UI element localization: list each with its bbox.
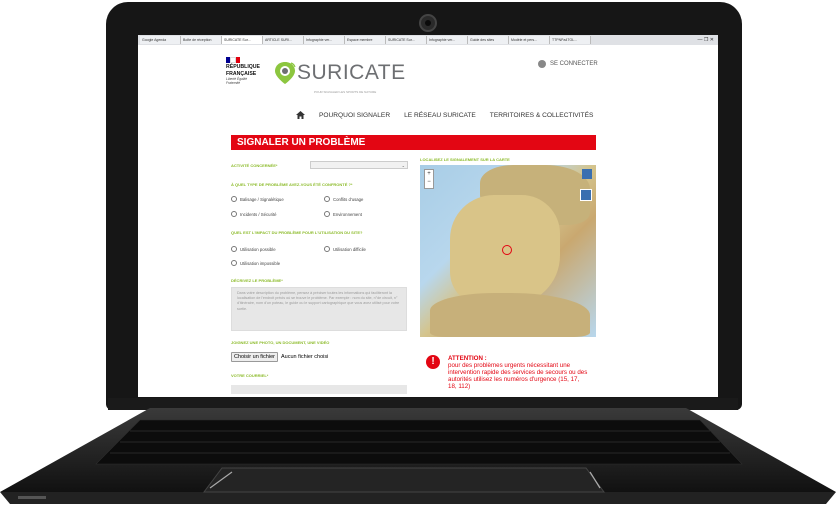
nav-item-territoires[interactable]: TERRITOIRES & COLLECTIVITÉS: [490, 112, 594, 119]
file-input[interactable]: Choisir un fichier Aucun fichier choisi: [231, 352, 328, 362]
choose-file-button[interactable]: Choisir un fichier: [231, 352, 278, 362]
radio-circle-icon: [231, 196, 237, 202]
browser-tab[interactable]: Infographie ver...: [304, 36, 345, 44]
alert-icon: !: [426, 355, 440, 369]
zoom-control[interactable]: + −: [424, 169, 434, 189]
zoom-in-button[interactable]: +: [425, 170, 433, 178]
login-label: SE CONNECTER: [550, 61, 598, 67]
suricate-pin-icon: [275, 62, 296, 84]
radio-label: Environnement: [333, 211, 362, 217]
no-file-text: Aucun fichier choisi: [280, 354, 329, 360]
home-icon[interactable]: [296, 111, 305, 119]
republique-francaise-logo: RÉPUBLIQUE FRANÇAISE Liberté Égalité Fra…: [226, 57, 261, 85]
radio-difficile[interactable]: Utilisation difficile: [324, 246, 366, 252]
problem-type-label: À QUEL TYPE DE PROBLÈME AVEZ-VOUS ÉTÉ CO…: [231, 182, 353, 187]
zoom-out-button[interactable]: −: [425, 178, 433, 186]
browser-tab[interactable]: Boîte de réception: [181, 36, 222, 44]
map-label: LOCALISEZ LE SIGNALEMENT SUR LA CARTE: [420, 157, 510, 162]
browser-tab[interactable]: TTPNPa4TOL...: [550, 36, 591, 44]
brand-name: SURICATE: [297, 61, 406, 84]
radio-incidents[interactable]: Incidents / Sécurité: [231, 211, 277, 217]
location-marker-icon: [502, 245, 512, 255]
radio-possible[interactable]: Utilisation possible: [231, 246, 276, 252]
activity-select[interactable]: ⌄: [310, 161, 408, 169]
main-nav: POURQUOI SIGNALER LE RÉSEAU SURICATE TER…: [296, 111, 593, 119]
browser-tab[interactable]: ARTICLE SURI...: [263, 36, 304, 44]
describe-textarea[interactable]: Dans votre description du problème, pens…: [231, 287, 407, 331]
browser-tab[interactable]: SURICATE Sur...: [222, 36, 263, 44]
radio-impossible[interactable]: Utilisation impossible: [231, 260, 280, 266]
radio-circle-icon: [324, 211, 330, 217]
email-field[interactable]: [231, 385, 407, 394]
alert-body: pour des problèmes urgents nécessitant u…: [448, 362, 588, 390]
radio-circle-icon: [324, 196, 330, 202]
radio-label: Utilisation possible: [240, 246, 276, 252]
radio-circle-icon: [231, 211, 237, 217]
radio-balisage[interactable]: Balisage / Signalétique: [231, 196, 284, 202]
form-title: SIGNALER UN PROBLÈME: [231, 135, 596, 150]
radio-circle-icon: [324, 246, 330, 252]
alert-title: ATTENTION :: [448, 355, 487, 362]
french-flag-icon: [226, 57, 240, 63]
urgent-alert: ! ATTENTION : pour des problèmes urgents…: [426, 355, 588, 390]
location-map[interactable]: + −: [420, 165, 596, 337]
webcam-icon: [419, 14, 437, 32]
browser-tab[interactable]: Google Agenda: [140, 36, 181, 44]
browser-tab[interactable]: Infographie ver...: [427, 36, 468, 44]
radio-label: Balisage / Signalétique: [240, 196, 284, 202]
browser-tab[interactable]: Modèle et pers...: [509, 36, 550, 44]
browser-tab[interactable]: Guide des sites: [468, 36, 509, 44]
layers-icon[interactable]: [580, 189, 592, 201]
describe-label: DÉCRIVEZ LE PROBLÈME*: [231, 278, 283, 283]
laptop-screen: Google Agenda Boîte de réception SURICATE …: [138, 35, 718, 397]
activity-label: ACTIVITÉ CONCERNÉE*: [231, 163, 278, 168]
radio-conflits[interactable]: Conflits d'usage: [324, 196, 363, 202]
republique-motto: Liberté Égalité Fraternité: [226, 77, 248, 85]
alert-text: ATTENTION : pour des problèmes urgents n…: [448, 355, 588, 390]
map-terrain: [430, 293, 590, 337]
browser-tab-strip: Google Agenda Boîte de réception SURICATE …: [138, 35, 718, 45]
attach-label: JOIGNEZ UNE PHOTO, UN DOCUMENT, UNE VIDÉ…: [231, 340, 330, 345]
radio-label: Utilisation difficile: [333, 246, 366, 252]
nav-item-reseau-suricate[interactable]: LE RÉSEAU SURICATE: [404, 112, 476, 119]
suricate-page: RÉPUBLIQUE FRANÇAISE Liberté Égalité Fra…: [138, 45, 718, 397]
nav-item-pourquoi-signaler[interactable]: POURQUOI SIGNALER: [319, 112, 390, 119]
republique-line1: RÉPUBLIQUE: [226, 64, 261, 70]
login-link[interactable]: SE CONNECTER: [538, 60, 598, 68]
radio-label: Utilisation impossible: [240, 260, 281, 266]
radio-label: Conflits d'usage: [333, 196, 364, 202]
fullscreen-icon[interactable]: [582, 169, 592, 179]
impact-label: QUEL EST L'IMPACT DU PROBLÈME POUR L'UTI…: [231, 230, 363, 235]
browser-tab[interactable]: Espace membre: [345, 36, 386, 44]
radio-circle-icon: [231, 260, 237, 266]
radio-circle-icon: [231, 246, 237, 252]
window-controls[interactable]: — ❐ ✕: [698, 37, 718, 43]
laptop-keyboard-base: [0, 398, 836, 504]
brand-tagline: POUR SIGNALER LES SPORTS DE NATURE: [314, 90, 377, 94]
radio-label: Incidents / Sécurité: [240, 211, 277, 217]
suricate-logo[interactable]: SURICATE: [274, 61, 406, 85]
radio-environnement[interactable]: Environnement: [324, 211, 362, 217]
browser-tab[interactable]: SURICATE Sur...: [386, 36, 427, 44]
user-icon: [538, 60, 546, 68]
email-label: VOTRE COURRIEL*: [231, 373, 269, 378]
